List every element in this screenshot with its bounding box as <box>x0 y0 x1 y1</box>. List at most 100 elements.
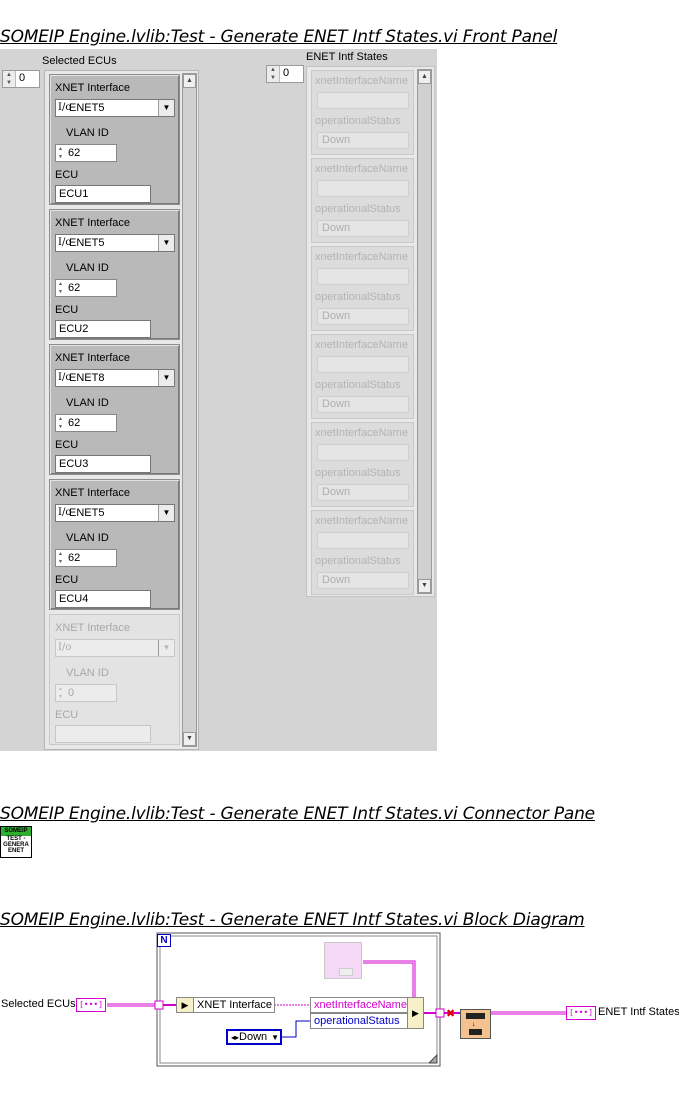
enet-states-terminal-label: ENET Intf States <box>598 1006 679 1018</box>
dropdown-arrow-icon: ▼ <box>271 1033 280 1042</box>
dropdown-arrow-icon[interactable]: ▼ <box>158 235 174 251</box>
xnet-interface-ring[interactable]: I/o ENET5 ▼ <box>55 504 175 522</box>
scroll-up-icon[interactable]: ▲ <box>418 70 431 84</box>
ecu-cluster: XNET Interface I/o ENET8 ▼ VLAN ID ▲ ▼ 62… <box>49 344 180 475</box>
enet-state-cluster: xnetInterfaceName operationalStatus Down <box>311 246 414 331</box>
scroll-up-icon[interactable]: ▲ <box>183 74 196 88</box>
bundle-field-status[interactable]: operationalStatus <box>310 1013 408 1029</box>
scroll-down-icon[interactable]: ▼ <box>418 579 431 593</box>
array-in-icon <box>466 1013 485 1019</box>
dropdown-arrow-icon[interactable]: ▼ <box>158 370 174 386</box>
selected-ecus-array: XNET Interface I/o ENET5 ▼ VLAN ID ▲ ▼ 62… <box>44 70 199 750</box>
xnet-interface-ring[interactable]: I/o ENET5 ▼ <box>55 234 175 252</box>
ecu-cluster: XNET Interface I/o ENET5 ▼ VLAN ID ▲ ▼ 62… <box>49 74 180 205</box>
interface-name-indicator <box>317 180 409 197</box>
enet-states-terminal[interactable]: [•••] <box>566 1006 596 1020</box>
ecu-string-field[interactable]: ECU3 <box>55 455 151 473</box>
enum-spinner-icon: ◂▸ <box>231 1033 240 1042</box>
index-spinner-icon[interactable]: ▲ ▼ <box>3 71 16 87</box>
interface-name-indicator <box>317 532 409 549</box>
ecu-label: ECU <box>55 304 79 316</box>
vlan-id-label: VLAN ID <box>66 532 109 544</box>
loop-count-terminal[interactable]: N <box>157 934 171 947</box>
selected-ecus-scrollbar[interactable]: ▲ ▼ <box>182 73 197 747</box>
enum-constant[interactable]: ◂▸Down ▼ <box>226 1029 282 1045</box>
arrow-down-icon: ↓ <box>472 1021 476 1028</box>
array-out-icon <box>469 1029 482 1035</box>
enet-state-cluster: xnetInterfaceName operationalStatus Down <box>311 334 414 419</box>
enet-states-array: xnetInterfaceName operationalStatus Down… <box>306 66 435 597</box>
connector-pane-title: SOMEIP Engine.lvlib:Test - Generate ENET… <box>0 804 595 824</box>
vlan-id-numeric[interactable]: ▲ ▼ 62 <box>55 144 117 162</box>
bundle-arrow-icon: ▶ <box>407 997 424 1029</box>
vlan-id-label: VLAN ID <box>66 397 109 409</box>
ecu-string-field[interactable]: ECU4 <box>55 590 151 608</box>
vlan-id-numeric[interactable]: ▲ ▼ 62 <box>55 279 117 297</box>
status-indicator: Down <box>317 572 409 589</box>
vlan-id-label: VLAN ID <box>66 262 109 274</box>
enet-state-cluster: xnetInterfaceName operationalStatus Down <box>311 158 414 243</box>
enet-states-label: ENET Intf States <box>306 51 388 63</box>
array-element-icon <box>339 968 353 976</box>
selected-ecus-index[interactable]: ▲ ▼ 0 <box>2 70 40 88</box>
ecu-string-field[interactable]: ECU2 <box>55 320 151 338</box>
ecu-label: ECU <box>55 574 79 586</box>
xnet-interface-label: XNET Interface <box>55 82 130 94</box>
vi-icon[interactable]: SOMEIP TEST - GENERA ENET <box>0 826 32 858</box>
selected-ecus-terminal[interactable]: [•••] <box>76 998 106 1012</box>
increment-spinner-icon[interactable]: ▲ ▼ <box>56 415 65 431</box>
bundle-field-name[interactable]: xnetInterfaceName <box>310 997 408 1013</box>
increment-spinner-icon[interactable]: ▲ ▼ <box>56 550 65 566</box>
selected-ecus-terminal-label: Selected ECUs <box>1 998 76 1010</box>
ecu-cluster: XNET Interface I/o ENET5 ▼ VLAN ID ▲ ▼ 62… <box>49 479 180 610</box>
build-array-node[interactable]: ↓ <box>460 1009 491 1039</box>
ecu-label: ECU <box>55 439 79 451</box>
ecu-string-field[interactable] <box>55 725 151 743</box>
xnet-interface-ring[interactable]: I/o ▼ <box>55 639 175 657</box>
unbundle-by-name[interactable]: ▶ XNET Interface <box>176 997 275 1013</box>
status-indicator: Down <box>317 220 409 237</box>
status-indicator: Down <box>317 308 409 325</box>
enet-state-cluster: xnetInterfaceName operationalStatus Down <box>311 510 414 595</box>
interface-name-indicator <box>317 268 409 285</box>
ecu-label: ECU <box>55 709 79 721</box>
unbundle-arrow-icon: ▶ <box>177 998 194 1012</box>
vlan-id-label: VLAN ID <box>66 127 109 139</box>
vlan-id-label: VLAN ID <box>66 667 109 679</box>
broken-wire-icon: ✖ <box>446 1007 455 1020</box>
vlan-id-numeric[interactable]: ▲ ▼ 62 <box>55 549 117 567</box>
selected-ecus-label: Selected ECUs <box>42 55 117 67</box>
enet-state-cluster: xnetInterfaceName operationalStatus Down <box>311 422 414 507</box>
xnet-interface-ring[interactable]: I/o ENET8 ▼ <box>55 369 175 387</box>
xnet-interface-label: XNET Interface <box>55 217 130 229</box>
dropdown-arrow-icon[interactable]: ▼ <box>158 640 174 656</box>
enet-states-index[interactable]: ▲ ▼ 0 <box>266 65 304 83</box>
enet-states-scrollbar[interactable]: ▲ ▼ <box>417 69 432 594</box>
status-indicator: Down <box>317 396 409 413</box>
increment-spinner-icon[interactable]: ▲ ▼ <box>56 145 65 161</box>
io-name-icon: I/o <box>58 642 72 653</box>
xnet-interface-label: XNET Interface <box>55 487 130 499</box>
empty-array-constant[interactable] <box>324 942 362 979</box>
xnet-interface-label: XNET Interface <box>55 622 130 634</box>
enet-state-cluster: xnetInterfaceName operationalStatus Down <box>311 70 414 155</box>
scroll-down-icon[interactable]: ▼ <box>183 732 196 746</box>
status-indicator: Down <box>317 484 409 501</box>
interface-name-indicator <box>317 92 409 109</box>
increment-spinner-icon[interactable]: ▲ ▼ <box>56 685 65 701</box>
vlan-id-numeric[interactable]: ▲ ▼ 62 <box>55 414 117 432</box>
interface-name-indicator <box>317 444 409 461</box>
status-indicator: Down <box>317 132 409 149</box>
front-panel-title: SOMEIP Engine.lvlib:Test - Generate ENET… <box>0 27 558 47</box>
dropdown-arrow-icon[interactable]: ▼ <box>158 505 174 521</box>
interface-name-indicator <box>317 356 409 373</box>
ecu-cluster-empty: XNET Interface I/o ▼ VLAN ID ▲ ▼ 0 ECU <box>49 614 180 745</box>
vlan-id-numeric[interactable]: ▲ ▼ 0 <box>55 684 117 702</box>
ecu-label: ECU <box>55 169 79 181</box>
xnet-interface-label: XNET Interface <box>55 352 130 364</box>
ecu-string-field[interactable]: ECU1 <box>55 185 151 203</box>
index-spinner-icon[interactable]: ▲ ▼ <box>267 66 280 82</box>
xnet-interface-ring[interactable]: I/o ENET5 ▼ <box>55 99 175 117</box>
dropdown-arrow-icon[interactable]: ▼ <box>158 100 174 116</box>
increment-spinner-icon[interactable]: ▲ ▼ <box>56 280 65 296</box>
